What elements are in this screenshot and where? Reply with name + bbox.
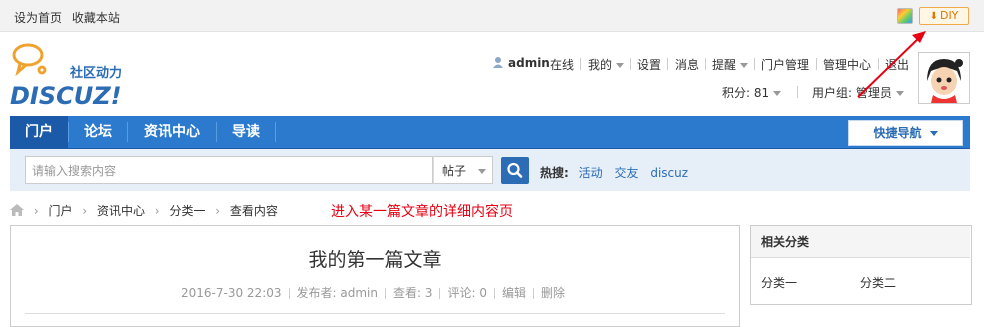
breadcrumb-separator: › <box>82 204 88 218</box>
reminders-menu[interactable]: 提醒 <box>712 56 749 73</box>
user-icon <box>492 56 504 71</box>
username-link[interactable]: admin <box>508 56 550 70</box>
category-link[interactable]: 分类一 <box>761 274 797 291</box>
breadcrumb-separator: › <box>215 204 221 218</box>
reminders-label: 提醒 <box>712 58 737 72</box>
related-categories-title: 相关分类 <box>751 226 970 258</box>
caret-down-icon <box>478 169 486 174</box>
caret-down-icon <box>929 131 938 136</box>
caret-down-icon <box>616 63 625 68</box>
logo-tagline: 社区动力 <box>69 65 122 81</box>
search-icon <box>507 162 523 178</box>
search-type-select[interactable]: 帖子 <box>433 156 493 184</box>
color-scheme-icon[interactable] <box>897 8 913 24</box>
points-menu[interactable]: 积分: 81 <box>722 84 782 101</box>
discuz-logo-icon: 社区动力 DISCUZ! <box>10 43 122 110</box>
top-bar: 设为首页 收藏本站 ⬇ DIY <box>0 0 984 32</box>
nav-item-news[interactable]: 资讯中心 <box>128 116 216 148</box>
download-arrow-icon: ⬇ <box>929 11 938 22</box>
nav-item-guide[interactable]: 导读 <box>217 116 275 148</box>
breadcrumb-news[interactable]: 资讯中心 <box>97 204 145 218</box>
breadcrumb-category[interactable]: 分类一 <box>169 204 205 218</box>
nav-divider <box>275 122 276 142</box>
breadcrumb: › 门户 › 资讯中心 › 分类一 › 查看内容 <box>10 202 278 219</box>
edit-link[interactable]: 编辑 <box>502 286 526 300</box>
top-links: 设为首页 收藏本站 <box>14 9 126 26</box>
divider <box>630 58 631 70</box>
logo-brand: DISCUZ! <box>10 82 122 110</box>
portal-admin-link[interactable]: 门户管理 <box>761 56 809 73</box>
red-arrow-icon <box>857 31 926 98</box>
divider <box>705 58 706 70</box>
divider <box>580 58 581 70</box>
search-button[interactable] <box>501 157 529 184</box>
divider <box>754 58 755 70</box>
article-meta: 2016-7-30 22:03 发布者: admin 查看: 3 评论: 0 编辑 删除 <box>181 284 565 301</box>
quick-nav-label: 快捷导航 <box>873 126 922 140</box>
divider <box>384 288 386 299</box>
breadcrumb-separator: › <box>154 204 160 218</box>
divider <box>532 288 534 299</box>
delete-link[interactable]: 删除 <box>541 286 565 300</box>
home-icon[interactable] <box>10 204 24 219</box>
article-divider <box>25 313 725 314</box>
points-label: 积分: 81 <box>722 86 770 100</box>
article-date: 2016-7-30 22:03 <box>181 286 282 300</box>
article-comments[interactable]: 评论: 0 <box>447 286 487 300</box>
search-type-label: 帖子 <box>442 164 467 178</box>
hot-keyword[interactable]: 交友 <box>614 166 638 180</box>
main-nav: 门户 论坛 资讯中心 导读 <box>10 116 970 149</box>
divider <box>493 288 495 299</box>
settings-link[interactable]: 设置 <box>637 56 661 73</box>
diy-button[interactable]: ⬇ DIY <box>919 7 969 25</box>
nav-item-forum[interactable]: 论坛 <box>69 116 127 148</box>
messages-link[interactable]: 消息 <box>675 56 699 73</box>
hot-search-label: 热搜: <box>540 166 569 180</box>
article-panel <box>10 225 740 327</box>
breadcrumb-portal[interactable]: 门户 <box>48 204 72 218</box>
mine-menu[interactable]: 我的 <box>588 56 625 73</box>
online-status: 在线 <box>550 58 575 72</box>
category-link[interactable]: 分类二 <box>860 274 896 291</box>
article-views: 查看: 3 <box>392 286 433 300</box>
divider <box>667 58 668 70</box>
bookmark-link[interactable]: 收藏本站 <box>72 11 120 25</box>
nav-item-portal[interactable]: 门户 <box>10 116 68 148</box>
caret-down-icon <box>773 91 782 96</box>
hot-keyword[interactable]: 活动 <box>579 166 603 180</box>
divider <box>797 86 798 98</box>
article-title: 我的第一篇文章 <box>308 249 442 271</box>
logo[interactable]: 社区动力 DISCUZ! <box>10 42 150 112</box>
search-input[interactable]: 请输入搜索内容 <box>25 156 433 184</box>
article-author[interactable]: 发布者: admin <box>297 286 378 300</box>
divider <box>816 58 817 70</box>
annotation-text: 进入某一篇文章的详细内容页 <box>331 204 513 220</box>
caret-down-icon <box>740 63 749 68</box>
diy-label: DIY <box>939 9 959 22</box>
mine-label: 我的 <box>588 58 613 72</box>
set-home-link[interactable]: 设为首页 <box>14 11 62 25</box>
hot-search: 热搜: 活动 交友 discuz <box>540 164 696 181</box>
hot-keyword[interactable]: discuz <box>650 166 688 180</box>
breadcrumb-separator: › <box>33 204 39 218</box>
divider <box>439 288 441 299</box>
breadcrumb-current: 查看内容 <box>229 204 278 218</box>
quick-nav-button[interactable]: 快捷导航 <box>848 120 963 146</box>
divider <box>288 288 290 299</box>
